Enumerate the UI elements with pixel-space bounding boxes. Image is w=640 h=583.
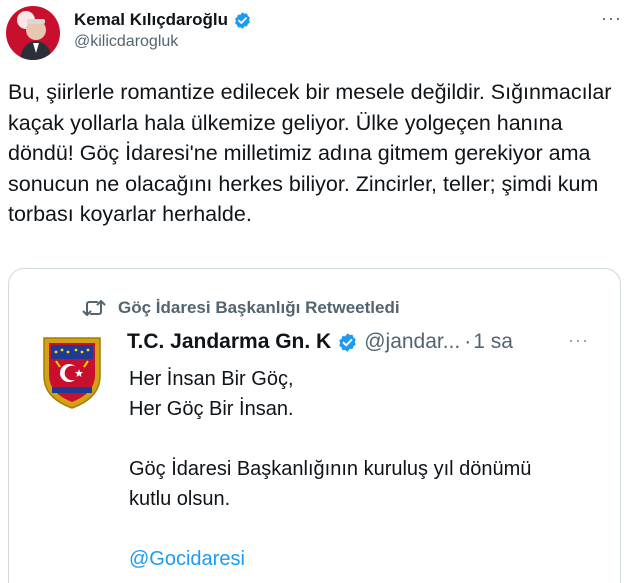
author-avatar[interactable] bbox=[6, 6, 60, 60]
verified-badge-icon bbox=[339, 332, 356, 352]
verified-badge-icon bbox=[235, 11, 250, 29]
quoted-text-line: kutlu olsun. bbox=[129, 488, 231, 510]
more-options-icon[interactable]: ··· bbox=[601, 8, 622, 29]
more-options-icon[interactable]: ··· bbox=[568, 330, 589, 351]
quoted-author-avatar[interactable] bbox=[36, 332, 108, 410]
mention-link[interactable]: @Gocidaresi bbox=[129, 544, 609, 574]
author-display-name[interactable]: Kemal Kılıçdaroğlu bbox=[74, 10, 228, 30]
quoted-author-handle[interactable]: @jandar... bbox=[364, 330, 460, 354]
timestamp-separator: · bbox=[464, 330, 472, 353]
quoted-text-line: Her Göç Bir İnsan. bbox=[129, 398, 294, 420]
retweet-context-label[interactable]: Göç İdaresi Başkanlığı Retweetledi bbox=[118, 298, 400, 318]
quoted-timestamp[interactable]: 1 sa bbox=[473, 330, 513, 354]
quoted-text-line: Her İnsan Bir Göç, bbox=[129, 368, 294, 390]
quoted-tweet-text: Her İnsan Bir Göç, Her Göç Bir İnsan. Gö… bbox=[129, 364, 609, 574]
author-name-row: Kemal Kılıçdaroğlu bbox=[74, 10, 252, 30]
tweet-text: Bu, şiirlerle romantize edilecek bir mes… bbox=[8, 80, 612, 226]
author-handle[interactable]: @kilicdarogluk bbox=[74, 33, 178, 51]
retweet-icon bbox=[82, 300, 106, 316]
quoted-author-name[interactable]: T.C. Jandarma Gn. K bbox=[127, 330, 331, 354]
retweet-context: Göç İdaresi Başkanlığı Retweetledi bbox=[82, 298, 400, 318]
tweet: Kemal Kılıçdaroğlu @kilicdarogluk ··· Bu… bbox=[0, 0, 640, 583]
quoted-text-line: Göç İdaresi Başkanlığının kuruluş yıl dö… bbox=[129, 458, 532, 480]
quoted-author-row: T.C. Jandarma Gn. K @jandar... · 1 sa bbox=[127, 330, 513, 354]
